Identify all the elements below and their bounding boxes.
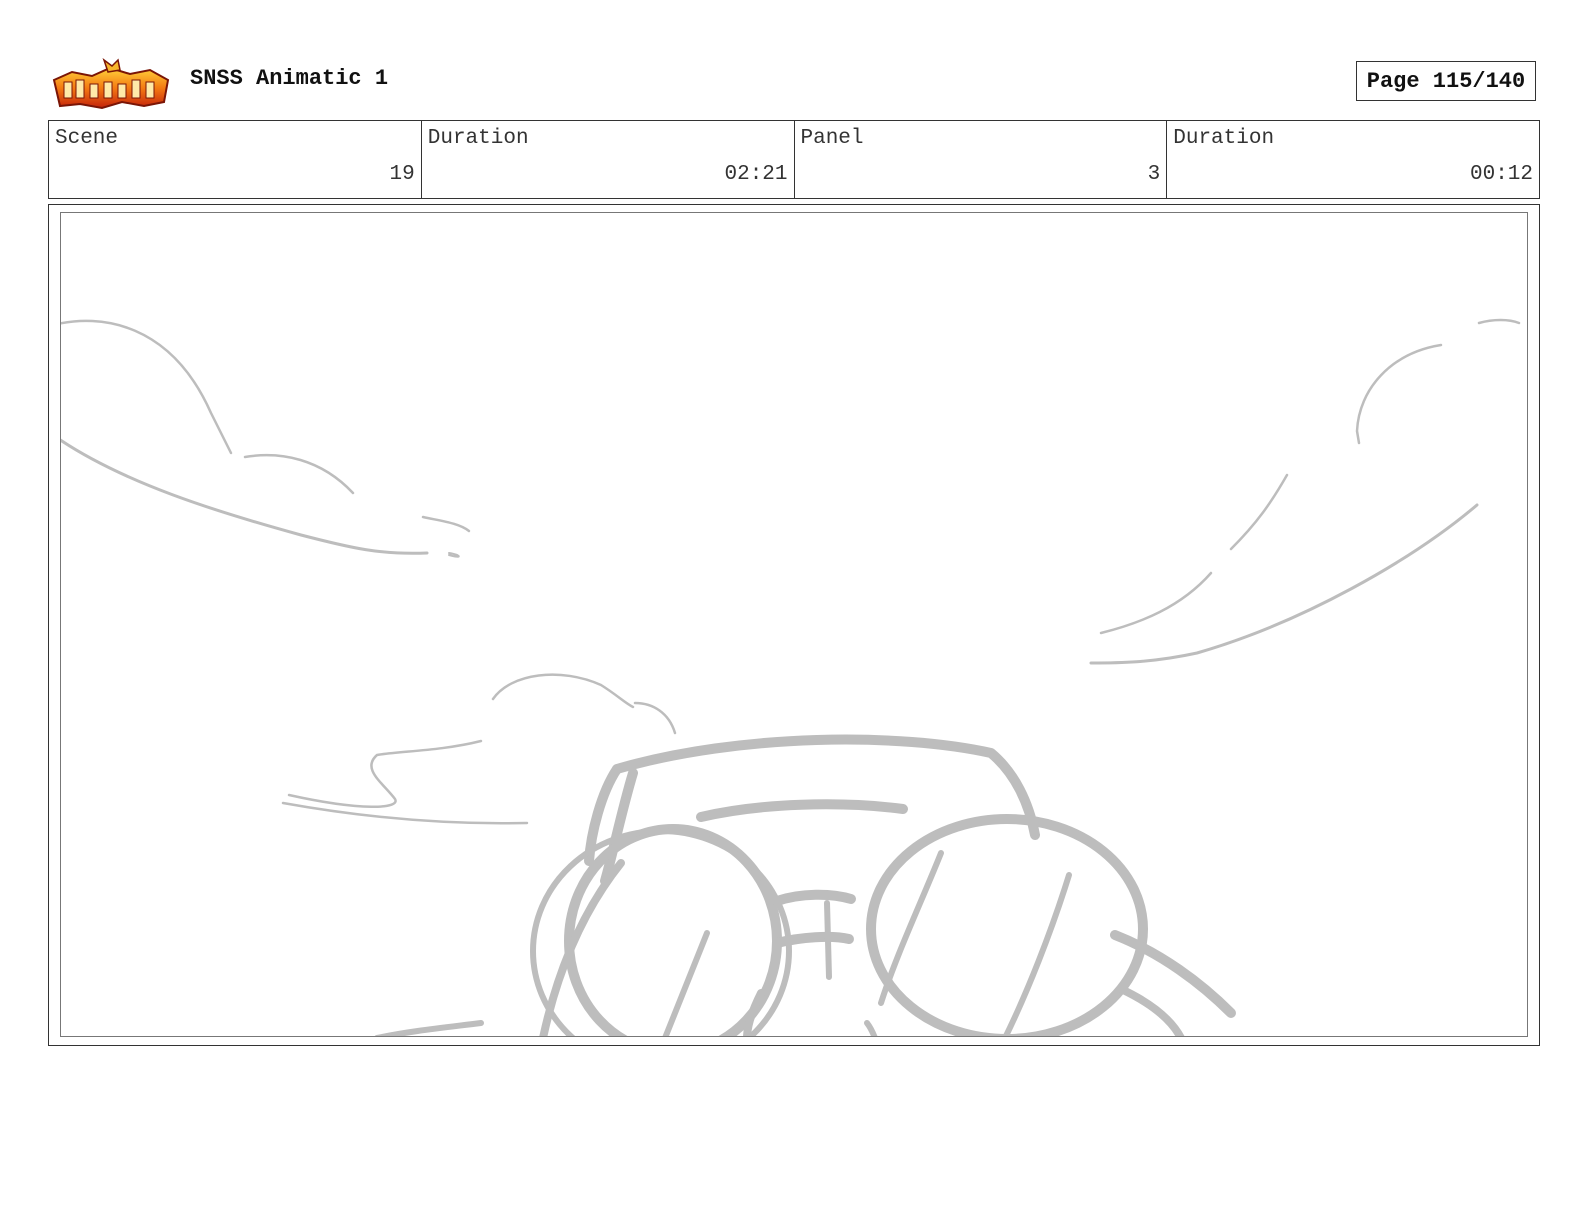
scene-value: 19 bbox=[389, 163, 415, 186]
storyboard-panel bbox=[60, 212, 1528, 1037]
panel-duration-value: 00:12 bbox=[1469, 163, 1533, 186]
panel-cell: Panel 3 bbox=[795, 121, 1168, 198]
scene-duration-label: Duration bbox=[427, 127, 529, 150]
panel-label: Panel bbox=[800, 127, 864, 150]
panel-duration-label: Duration bbox=[1173, 127, 1275, 150]
storyboard-sketch bbox=[61, 318, 1521, 1036]
scene-duration-cell: Duration 02:21 bbox=[422, 121, 795, 198]
scene-label: Scene bbox=[55, 127, 119, 150]
scene-cell: Scene 19 bbox=[49, 121, 422, 198]
document-title: SNSS Animatic 1 bbox=[190, 66, 389, 91]
page-indicator: Page 115/140 bbox=[1356, 61, 1536, 101]
show-logo-icon bbox=[52, 58, 170, 110]
panel-duration-cell: Duration 00:12 bbox=[1167, 121, 1539, 198]
panel-info-table: Scene 19 Duration 02:21 Panel 3 Duration… bbox=[48, 120, 1540, 199]
scene-duration-value: 02:21 bbox=[724, 163, 788, 186]
panel-value: 3 bbox=[1147, 163, 1161, 186]
